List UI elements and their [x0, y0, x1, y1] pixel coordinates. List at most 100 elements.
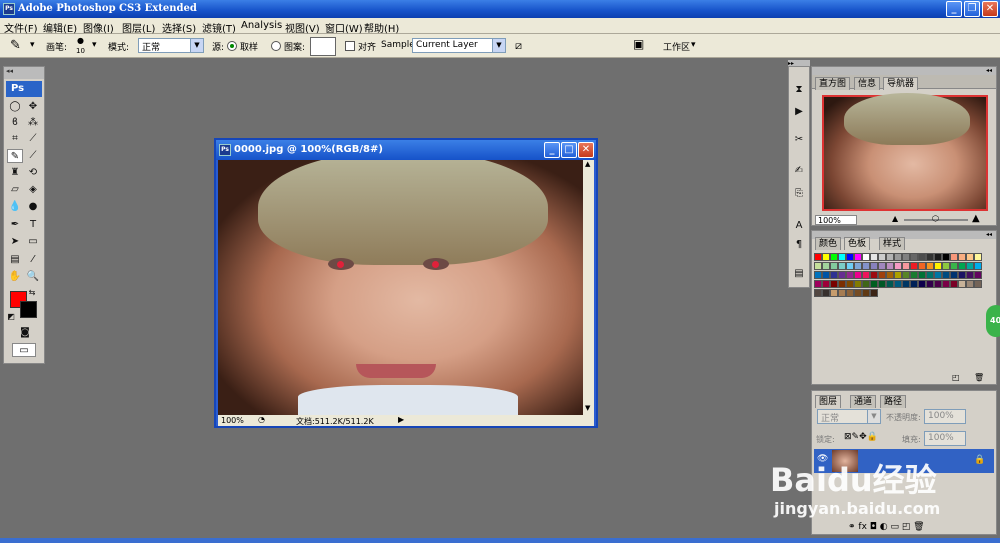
- tab-color[interactable]: 颜色: [815, 237, 842, 250]
- color-swatch[interactable]: [950, 253, 958, 261]
- color-swatch[interactable]: [814, 253, 822, 261]
- ignore-adjustment-layers-icon[interactable]: ⧄: [515, 39, 522, 53]
- menu-layer[interactable]: 图层(L): [122, 20, 155, 35]
- color-swatch[interactable]: [846, 253, 854, 261]
- color-swatch[interactable]: [846, 262, 854, 270]
- status-menu-icon[interactable]: ◔: [258, 415, 265, 424]
- pattern-picker[interactable]: [310, 37, 336, 56]
- paint-bucket-tool-icon[interactable]: ◈: [25, 183, 41, 197]
- dodge-tool-icon[interactable]: ●: [25, 200, 41, 214]
- blend-mode-select[interactable]: 正常 ▼: [817, 409, 881, 424]
- color-swatch[interactable]: [886, 262, 894, 270]
- color-swatch[interactable]: [950, 262, 958, 270]
- minimize-button[interactable]: _: [946, 1, 962, 17]
- color-swatch[interactable]: [958, 271, 966, 279]
- color-swatch[interactable]: [910, 271, 918, 279]
- brushes-panel-icon[interactable]: ✍: [791, 164, 807, 178]
- color-swatch[interactable]: [878, 262, 886, 270]
- color-swatch[interactable]: [950, 271, 958, 279]
- menu-view[interactable]: 视图(V): [285, 20, 320, 35]
- color-swatch[interactable]: [854, 271, 862, 279]
- workspace-chevron-icon[interactable]: ▾: [691, 40, 696, 50]
- color-swatch[interactable]: [926, 253, 934, 261]
- side-green-button[interactable]: 40: [986, 305, 1000, 337]
- close-button[interactable]: ✕: [982, 1, 998, 17]
- zoom-tool-icon[interactable]: 🔍: [25, 270, 41, 284]
- color-swatch[interactable]: [854, 253, 862, 261]
- color-swatch[interactable]: [822, 271, 830, 279]
- tab-swatches[interactable]: 色板: [844, 237, 871, 250]
- navigator-panel-collapse-icon[interactable]: ◂◂: [812, 67, 996, 75]
- color-swatch[interactable]: [854, 280, 862, 288]
- color-swatch[interactable]: [966, 253, 974, 261]
- color-swatch[interactable]: [934, 280, 942, 288]
- character-panel-icon[interactable]: A: [791, 219, 807, 233]
- tab-layers[interactable]: 图层: [815, 395, 842, 408]
- color-swatch[interactable]: [830, 262, 838, 270]
- brush-picker-chevron-icon[interactable]: ▾: [92, 40, 97, 50]
- color-swatch[interactable]: [838, 253, 846, 261]
- sampled-radio[interactable]: [227, 41, 237, 51]
- tab-paths[interactable]: 路径: [880, 395, 907, 408]
- color-swatch[interactable]: [902, 271, 910, 279]
- color-swatch[interactable]: [870, 262, 878, 270]
- color-swatch[interactable]: [942, 262, 950, 270]
- color-swatch[interactable]: [870, 280, 878, 288]
- clone-stamp-tool-icon[interactable]: ✎: [10, 38, 21, 53]
- menu-edit[interactable]: 编辑(E): [43, 20, 77, 35]
- color-swatch[interactable]: [822, 289, 830, 297]
- color-swatch[interactable]: [926, 262, 934, 270]
- menu-file[interactable]: 文件(F): [4, 20, 38, 35]
- brush-tool-icon[interactable]: ⟋: [25, 149, 41, 163]
- color-swatch[interactable]: [894, 253, 902, 261]
- color-swatch[interactable]: [902, 253, 910, 261]
- lock-icons[interactable]: ⊠✎✥🔒: [844, 432, 878, 442]
- color-swatch[interactable]: [814, 271, 822, 279]
- tab-navigator[interactable]: 导航器: [883, 77, 919, 90]
- color-swatch[interactable]: [870, 271, 878, 279]
- sample-select[interactable]: Current Layer ▼: [412, 38, 506, 53]
- color-swatch[interactable]: [830, 253, 838, 261]
- color-swatch[interactable]: [846, 280, 854, 288]
- type-tool-icon[interactable]: T: [25, 218, 41, 232]
- color-swatch[interactable]: [902, 262, 910, 270]
- lasso-tool-icon[interactable]: ϐ: [7, 116, 23, 130]
- color-swatch[interactable]: [878, 280, 886, 288]
- color-swatch[interactable]: [910, 262, 918, 270]
- color-swatch[interactable]: [958, 253, 966, 261]
- color-swatch[interactable]: [862, 262, 870, 270]
- color-swatch[interactable]: [830, 271, 838, 279]
- tool-presets-icon[interactable]: ✂: [791, 133, 807, 147]
- brush-dot-icon[interactable]: ●: [77, 36, 84, 45]
- tab-channels[interactable]: 通道: [850, 395, 877, 408]
- color-swatch[interactable]: [918, 271, 926, 279]
- opacity-field[interactable]: 100%: [924, 409, 966, 424]
- new-swatch-icon[interactable]: ◰: [952, 373, 960, 382]
- zoom-out-icon[interactable]: ▲: [892, 214, 898, 223]
- clone-stamp-tool-icon[interactable]: ♜: [7, 166, 23, 180]
- menu-analysis[interactable]: Analysis: [241, 20, 282, 31]
- color-swatch[interactable]: [846, 271, 854, 279]
- color-swatch[interactable]: [910, 280, 918, 288]
- eyedropper-tool-icon[interactable]: ⁄: [25, 253, 41, 267]
- color-swatch[interactable]: [974, 253, 982, 261]
- color-swatch[interactable]: [926, 271, 934, 279]
- status-arrow-icon[interactable]: ▶: [398, 415, 404, 424]
- navigator-preview[interactable]: [822, 93, 988, 211]
- quick-mask-icon[interactable]: ◙: [15, 326, 35, 340]
- photo-canvas[interactable]: [218, 160, 583, 415]
- color-swatch[interactable]: [846, 289, 854, 297]
- document-minimize-button[interactable]: _: [544, 142, 560, 158]
- color-swatch[interactable]: [854, 289, 862, 297]
- color-swatch[interactable]: [886, 271, 894, 279]
- color-swatch[interactable]: [822, 280, 830, 288]
- color-swatch[interactable]: [838, 262, 846, 270]
- color-swatch[interactable]: [862, 253, 870, 261]
- delete-swatch-icon[interactable]: 🗑: [974, 373, 984, 382]
- color-swatch[interactable]: [926, 280, 934, 288]
- tab-info[interactable]: 信息: [854, 77, 881, 90]
- document-vertical-scrollbar[interactable]: ▲ ▼: [583, 160, 594, 415]
- paragraph-panel-icon[interactable]: ¶: [791, 238, 807, 252]
- color-swatch[interactable]: [878, 253, 886, 261]
- color-swatch[interactable]: [918, 253, 926, 261]
